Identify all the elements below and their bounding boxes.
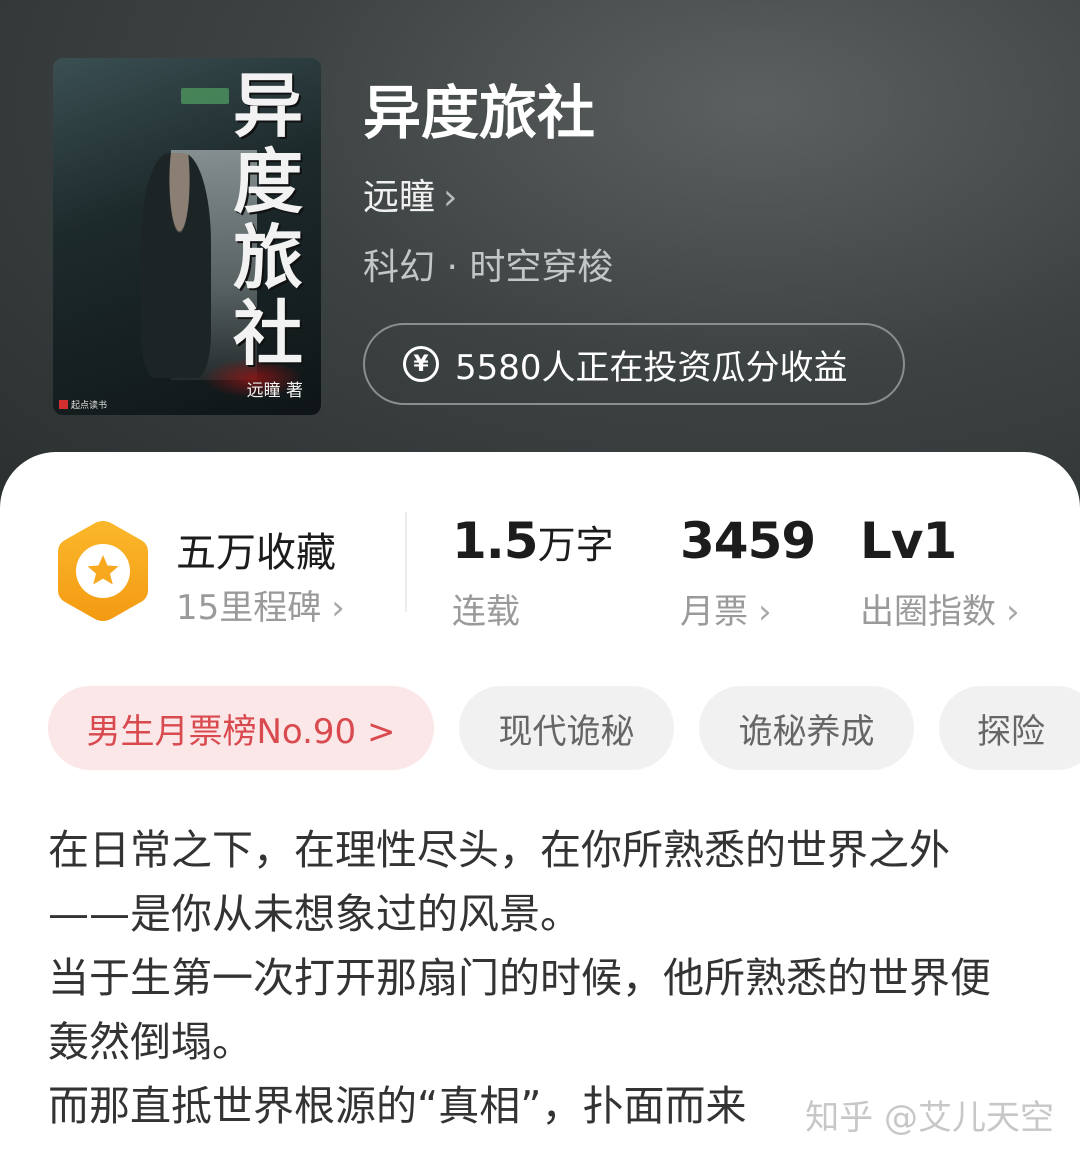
stats-divider — [405, 512, 407, 612]
monthly-votes-label: 月票 — [680, 592, 748, 632]
chevron-right-icon: › — [1006, 592, 1020, 632]
monthly-votes-value: 3459 — [680, 512, 816, 570]
serial-status: 连载 — [452, 592, 520, 632]
word-count: 1.5万字 — [452, 512, 614, 570]
tag-chip[interactable]: 现代诡秘 — [459, 686, 674, 770]
zhihu-watermark: 知乎 @艾儿天空 — [805, 1098, 1054, 1138]
synopsis-paragraph: 当于生第一次打开那扇门的时候，他所熟悉的世界便轰然倒塌。 — [48, 954, 991, 1066]
author-name: 远瞳 — [363, 177, 436, 218]
cover-exit-sign — [181, 88, 229, 104]
chevron-right-icon: › — [758, 592, 772, 632]
cover-publisher: 起点读书 — [71, 401, 108, 411]
yen-coin-icon: ¥ — [403, 346, 439, 382]
cover-title: 异度旅社 — [233, 64, 303, 375]
invest-button[interactable]: ¥ 5580人正在投资瓜分收益 — [363, 323, 905, 405]
tag-chip[interactable]: 诡秘养成 — [699, 686, 914, 770]
milestone-label: 15里程碑 — [176, 588, 322, 628]
influence-level: Lv1 — [860, 512, 957, 570]
influence-label: 出圈指数 — [860, 592, 996, 632]
word-count-unit: 万字 — [537, 523, 614, 567]
rank-chip[interactable]: 男生月票榜No.90 > — [48, 686, 434, 770]
book-genre: 科幻 · 时空穿梭 — [363, 247, 614, 288]
collection-value: 五万收藏 — [176, 530, 336, 576]
book-cover[interactable]: 异度旅社 远瞳 著 起点读书 — [53, 58, 321, 415]
tag-chip[interactable]: 探险 — [939, 686, 1080, 770]
book-title: 异度旅社 — [363, 79, 596, 147]
invest-label: 5580人正在投资瓜分收益 — [455, 347, 848, 388]
monthly-votes-link[interactable]: 月票 › — [680, 584, 772, 633]
milestone-link[interactable]: 15里程碑 › — [176, 580, 345, 629]
chevron-right-icon: › — [331, 588, 345, 628]
publisher-logo-icon — [59, 400, 68, 409]
cover-figure — [141, 153, 211, 378]
synopsis-paragraph: 在日常之下，在理性尽头，在你所熟悉的世界之外——是你从未想象过的风景。 — [48, 826, 950, 938]
author-link[interactable]: 远瞳 › — [363, 168, 457, 220]
star-hexagon-icon[interactable] — [55, 518, 151, 624]
book-header: 异度旅社 远瞳 著 起点读书 异度旅社 远瞳 › 科幻 · 时空穿梭 ¥ 5580… — [0, 0, 1080, 520]
cover-publisher-logo: 起点读书 — [59, 398, 107, 411]
influence-link[interactable]: 出圈指数 › — [860, 584, 1020, 633]
chevron-right-icon: › — [443, 177, 458, 218]
cover-author: 远瞳 著 — [246, 381, 303, 401]
word-count-number: 1.5 — [452, 512, 539, 570]
